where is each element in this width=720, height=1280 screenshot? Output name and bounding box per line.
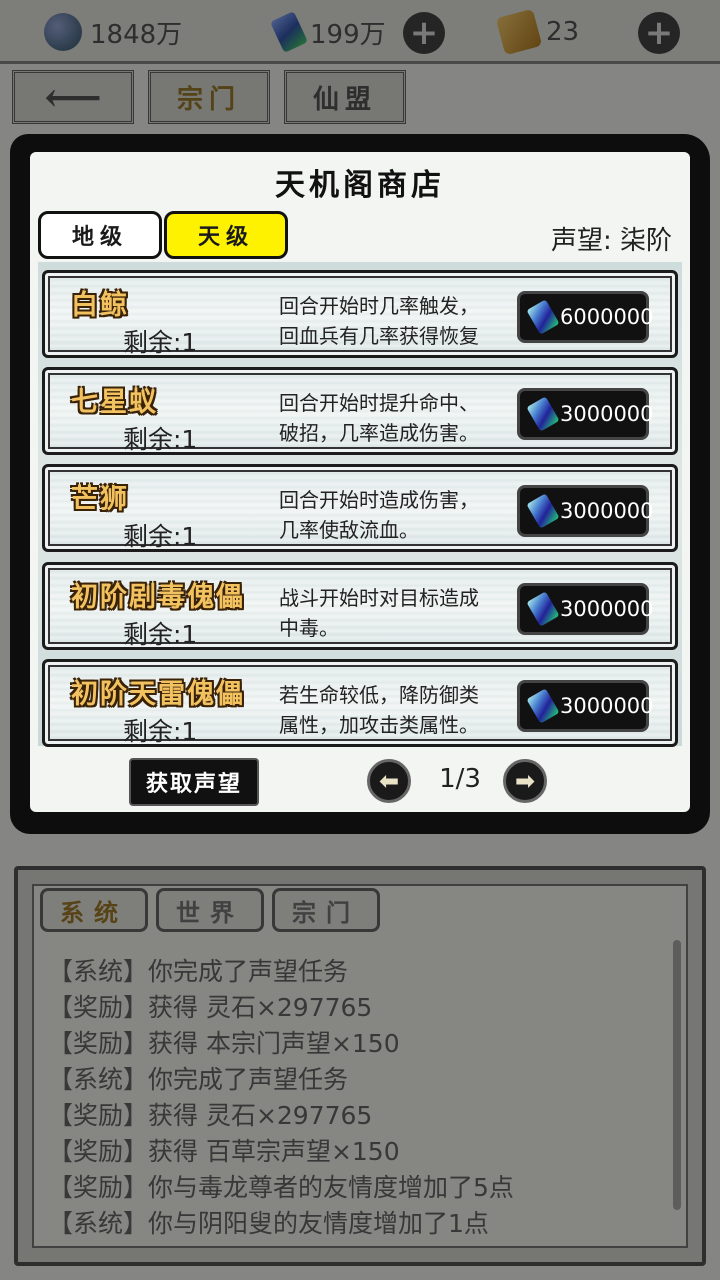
item-remaining: 剩余:1	[123, 620, 198, 649]
spirit-stone-counter: 1848万	[44, 10, 182, 54]
chat-message: 【系统】你完成了声望任务	[48, 1065, 349, 1094]
item-description-line: 回合开始时几率触发，	[279, 294, 479, 318]
yin-yang-icon	[44, 13, 82, 51]
item-description-line: 破招，几率造成伤害。	[279, 421, 479, 445]
item-price: 3000000	[560, 402, 654, 426]
item-remaining: 剩余:1	[123, 425, 198, 454]
tab-earth-grade[interactable]: 地级	[38, 211, 162, 259]
shop-item: 白鲸 剩余:1 回合开始时几率触发， 回血兵有几率获得恢复 6000000	[42, 270, 678, 358]
shop-title: 天机阁商店	[275, 168, 445, 203]
get-prestige-button[interactable]: 获取声望	[129, 758, 259, 806]
item-price: 3000000	[560, 499, 654, 523]
arrow-right-icon: ➡	[514, 767, 536, 795]
gem-icon	[526, 299, 560, 335]
item-description: 若生命较低，降防御类 属性，加攻击类属性。	[279, 680, 509, 740]
prestige-level: 声望: 柒阶	[550, 226, 672, 256]
item-remaining: 剩余:1	[123, 522, 198, 551]
gem-icon	[526, 396, 560, 432]
chat-message: 【奖励】获得 灵石×297765	[48, 1101, 373, 1130]
item-description-line: 中毒。	[279, 616, 339, 640]
item-description-line: 战斗开始时对目标造成	[279, 586, 479, 610]
item-name: 七星蚁	[71, 387, 158, 418]
scroll-icon	[495, 8, 543, 56]
chat-tab-label: 世界	[176, 897, 244, 927]
back-arrow-icon: ⟵	[44, 73, 102, 121]
plus-icon: +	[644, 13, 674, 53]
resource-bar: 1848万 199万 + 23 +	[0, 0, 720, 64]
item-description: 战斗开始时对目标造成 中毒。	[279, 583, 509, 643]
buy-button[interactable]: 6000000	[517, 291, 654, 343]
chat-message: 【奖励】获得 本宗门声望×150	[48, 1029, 400, 1058]
league-button[interactable]: 仙盟	[284, 70, 406, 124]
scroll-counter: 23	[495, 8, 580, 56]
item-description: 回合开始时造成伤害， 几率使敌流血。	[279, 485, 509, 545]
buy-button[interactable]: 3000000	[517, 680, 654, 732]
buy-button[interactable]: 3000000	[517, 388, 654, 440]
gem-icon	[526, 688, 560, 724]
item-name: 初阶剧毒傀儡	[71, 582, 245, 613]
item-name: 白鲸	[71, 290, 129, 321]
chat-tab-label: 系统	[60, 897, 128, 927]
shop-item: 芒狮 剩余:1 回合开始时造成伤害， 几率使敌流血。 3000000	[42, 464, 678, 552]
gem-value: 199万	[310, 19, 386, 50]
chat-message: 【系统】你完成了声望任务	[48, 957, 349, 986]
item-price: 6000000	[560, 305, 654, 329]
chat-tab-label: 宗门	[292, 897, 360, 927]
sect-label: 宗门	[176, 84, 241, 115]
league-label: 仙盟	[312, 84, 377, 115]
page-indicator: 1/3	[439, 764, 481, 794]
arrow-left-icon: ⬅	[378, 767, 400, 795]
gem-icon	[270, 11, 308, 53]
shop-item: 初阶天雷傀儡 剩余:1 若生命较低，降防御类 属性，加攻击类属性。 300000…	[42, 659, 678, 747]
chat-tab-sect[interactable]: 宗门	[272, 888, 380, 932]
plus-icon: +	[409, 13, 439, 53]
item-description-line: 若生命较低，降防御类	[279, 683, 479, 707]
chat-messages: 【系统】你完成了声望任务 【奖励】获得 灵石×297765 【奖励】获得 本宗门…	[48, 952, 668, 1240]
tab-label: 地级	[71, 224, 128, 250]
sect-button[interactable]: 宗门	[148, 70, 270, 124]
chat-message: 【奖励】获得 百草宗声望×150	[48, 1137, 400, 1166]
back-button[interactable]: ⟵	[12, 70, 134, 124]
get-prestige-label: 获取声望	[145, 771, 242, 797]
shop-item: 七星蚁 剩余:1 回合开始时提升命中、 破招，几率造成伤害。 3000000	[42, 367, 678, 455]
add-scrolls-button[interactable]: +	[638, 12, 680, 54]
add-gems-button[interactable]: +	[403, 12, 445, 54]
item-description-line: 回血兵有几率获得恢复	[279, 324, 479, 348]
chat-message: 【奖励】你与毒龙尊者的友情度增加了5点	[48, 1173, 514, 1202]
item-price: 3000000	[560, 597, 654, 621]
gem-icon	[526, 591, 560, 627]
chat-message: 【奖励】获得 灵石×297765	[48, 993, 373, 1022]
shop-item: 初阶剧毒傀儡 剩余:1 战斗开始时对目标造成 中毒。 3000000	[42, 562, 678, 650]
next-page-button[interactable]: ➡	[503, 759, 547, 803]
buy-button[interactable]: 3000000	[517, 583, 654, 635]
spirit-stone-value: 1848万	[90, 19, 183, 50]
prev-page-button[interactable]: ⬅	[367, 759, 411, 803]
item-price: 3000000	[560, 694, 654, 718]
item-description-line: 回合开始时提升命中、	[279, 391, 479, 415]
item-description-line: 属性，加攻击类属性。	[279, 713, 479, 737]
chat-tab-world[interactable]: 世界	[156, 888, 264, 932]
tab-heaven-grade[interactable]: 天级	[164, 211, 288, 259]
tab-label: 天级	[197, 224, 254, 250]
item-description: 回合开始时几率触发， 回血兵有几率获得恢复	[279, 291, 509, 351]
chat-tab-system[interactable]: 系统	[40, 888, 148, 932]
item-remaining: 剩余:1	[123, 328, 198, 357]
gem-counter: 199万	[270, 10, 386, 54]
gem-icon	[526, 493, 560, 529]
chat-message: 【系统】你与阴阳叟的友情度增加了1点	[48, 1209, 489, 1238]
item-name: 初阶天雷傀儡	[71, 679, 245, 710]
item-description-line: 几率使敌流血。	[279, 518, 419, 542]
item-name: 芒狮	[71, 484, 129, 515]
chat-scrollbar[interactable]	[673, 940, 681, 1210]
scroll-value: 23	[546, 17, 580, 47]
buy-button[interactable]: 3000000	[517, 485, 654, 537]
item-remaining: 剩余:1	[123, 717, 198, 746]
item-description-line: 回合开始时造成伤害，	[279, 488, 479, 512]
item-description: 回合开始时提升命中、 破招，几率造成伤害。	[279, 388, 509, 448]
